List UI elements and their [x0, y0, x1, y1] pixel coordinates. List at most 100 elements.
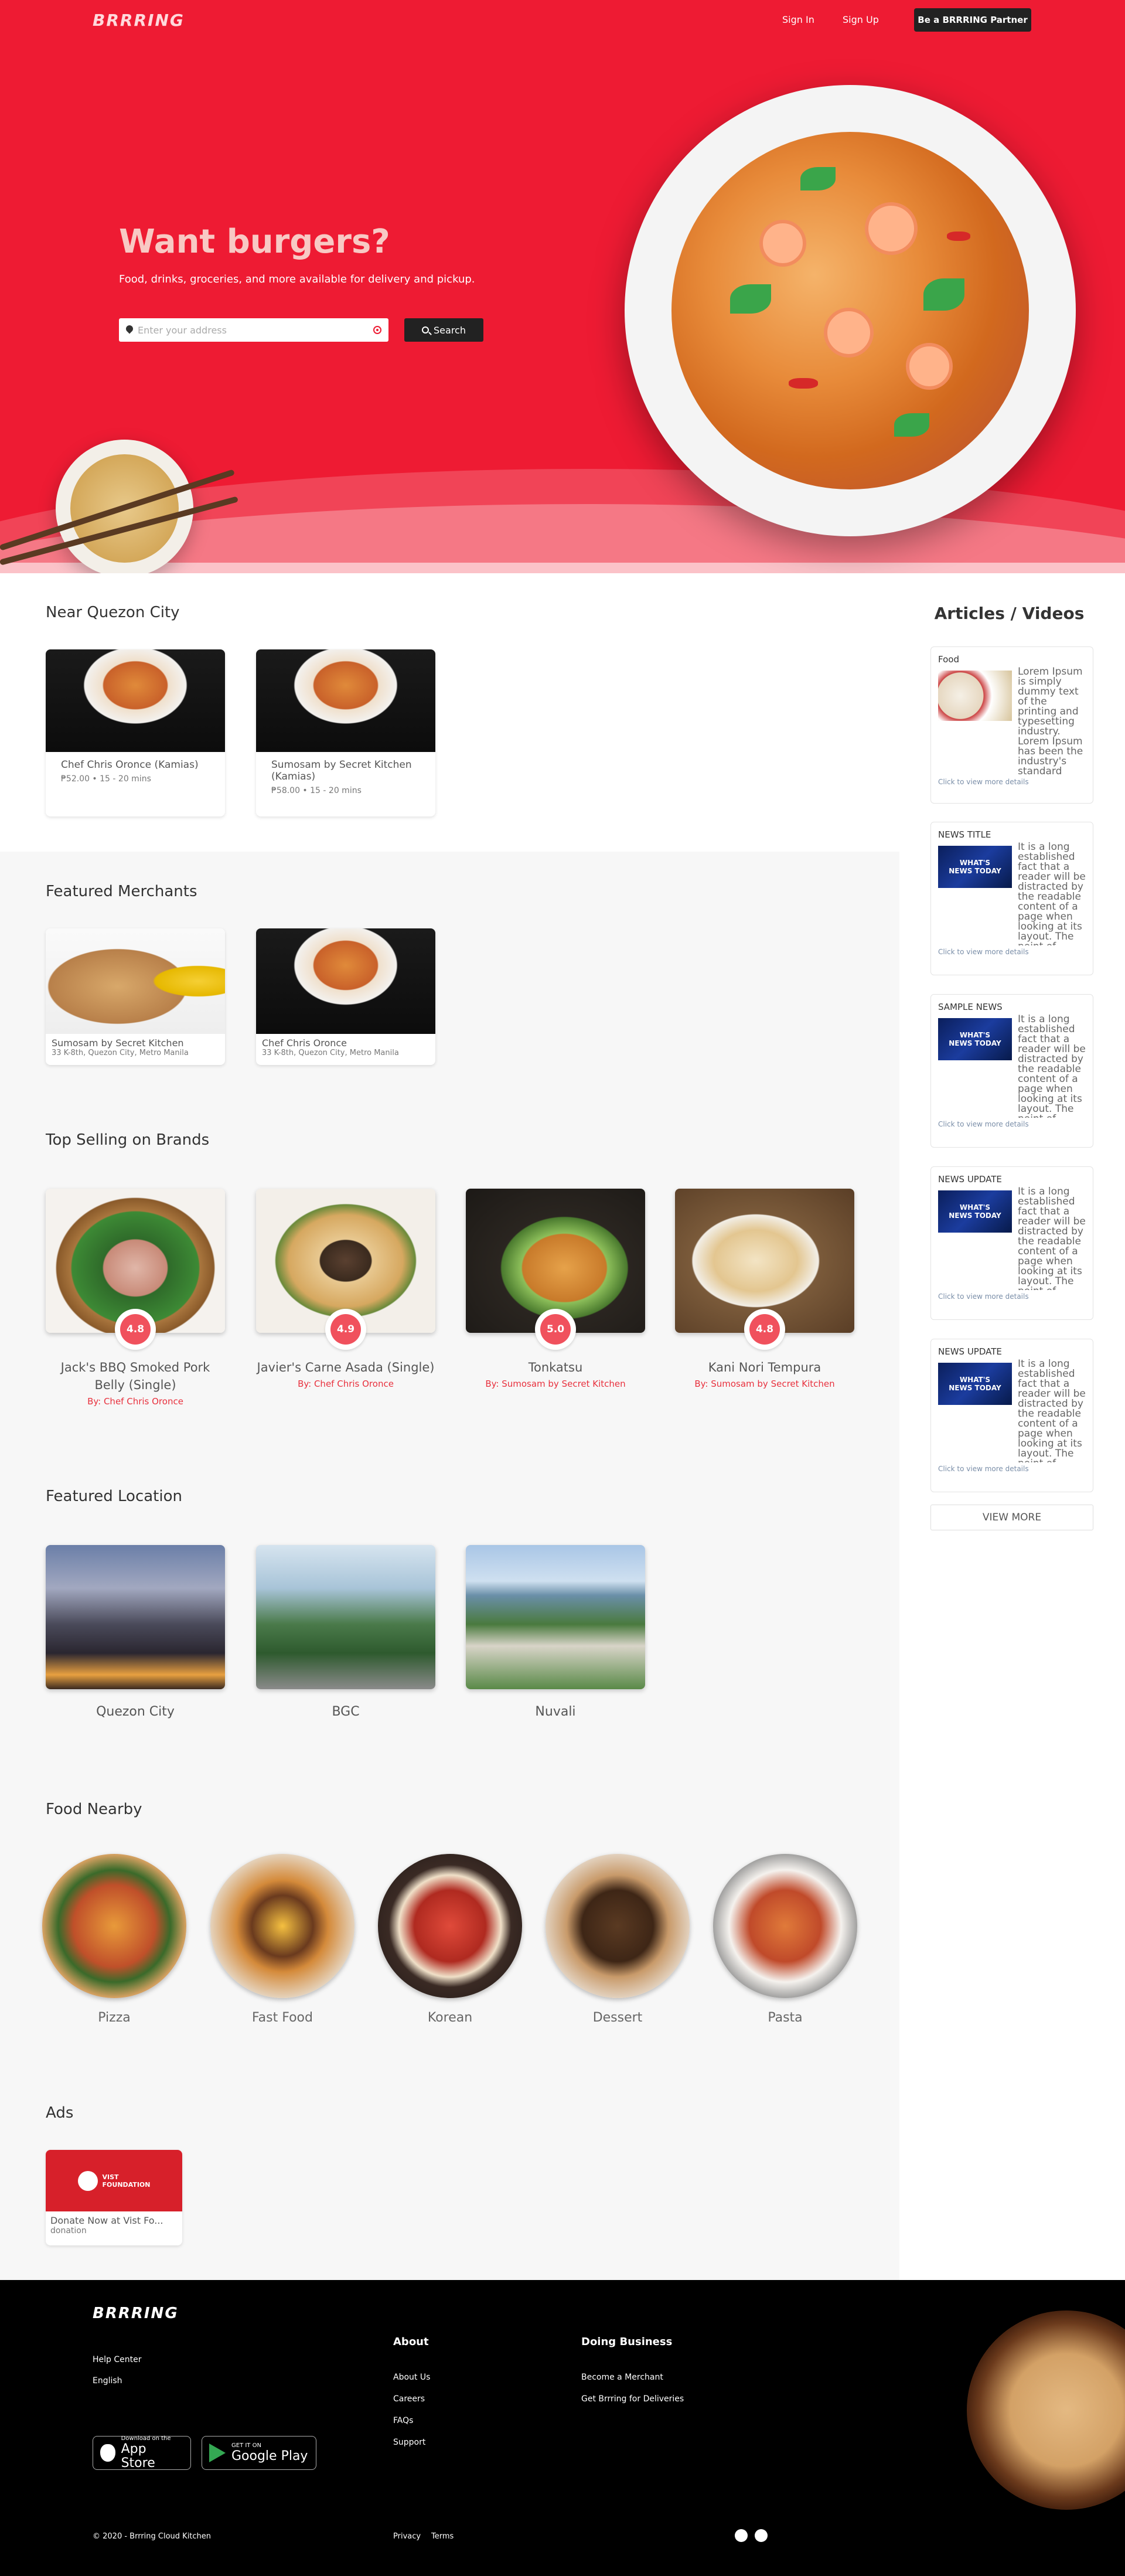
article-link[interactable]: Click to view more details [938, 1120, 1086, 1128]
product-name[interactable]: Javier's Carne Asada (Single) [256, 1359, 435, 1376]
product-name[interactable]: Kani Nori Tempura [675, 1359, 854, 1376]
terms-link[interactable]: Terms [431, 2532, 454, 2541]
burger-image[interactable] [210, 1854, 354, 1998]
article-link[interactable]: Click to view more details [938, 778, 1086, 786]
article-card[interactable]: NEWS UPDATE It is a long established fac… [930, 1339, 1093, 1492]
careers-link[interactable]: Careers [393, 2394, 425, 2404]
articles-title: Articles / Videos [934, 604, 1085, 623]
food-category-name[interactable]: Korean [378, 2010, 522, 2025]
article-text: It is a long established fact that a rea… [1018, 842, 1086, 945]
food-category-name[interactable]: Dessert [546, 2010, 690, 2025]
location-name[interactable]: Quezon City [46, 1704, 225, 1719]
ad-card[interactable]: VIST FOUNDATION Donate Now at Vist Fo...… [46, 2150, 182, 2245]
ad-type: donation [50, 2226, 87, 2235]
article-card[interactable]: NEWS UPDATE It is a long established fac… [930, 1166, 1093, 1320]
privacy-link[interactable]: Privacy [393, 2532, 421, 2541]
apple-icon [100, 2444, 115, 2462]
restaurant-card[interactable]: Sumosam by Secret Kitchen (Kamias) ₱58.0… [256, 649, 435, 816]
article-link[interactable]: Click to view more details [938, 1465, 1086, 1473]
sign-in-link[interactable]: Sign In [782, 14, 814, 25]
restaurant-name: Sumosam by Secret Kitchen (Kamias) [271, 759, 412, 782]
sign-up-link[interactable]: Sign Up [843, 14, 879, 25]
merchant-address: 33 K-8th, Quezon City, Metro Manila [52, 1049, 189, 1057]
pasta-image[interactable] [713, 1854, 857, 1998]
become-merchant-link[interactable]: Become a Merchant [581, 2373, 663, 2382]
food-category-name[interactable]: Pasta [713, 2010, 857, 2025]
product-merchant[interactable]: By: Chef Chris Oronce [256, 1379, 435, 1389]
product-name[interactable]: Tonkatsu [466, 1359, 645, 1376]
article-card[interactable]: SAMPLE NEWS It is a long established fac… [930, 994, 1093, 1148]
pasta-plate-image [625, 85, 1076, 536]
address-field[interactable] [119, 318, 388, 342]
article-text: It is a long established fact that a rea… [1018, 1359, 1086, 1462]
location-image[interactable] [466, 1545, 645, 1689]
location-image[interactable] [46, 1545, 225, 1689]
address-input[interactable] [133, 324, 373, 336]
food-category-name[interactable]: Fast Food [210, 2010, 354, 2025]
location-name[interactable]: Nuvali [466, 1704, 645, 1719]
partner-button[interactable]: Be a BRRRING Partner [914, 8, 1031, 32]
hero-subtitle: Food, drinks, groceries, and more availa… [119, 273, 475, 285]
ad-brand-line: VIST [102, 2173, 119, 2181]
rating-value: 5.0 [540, 1314, 571, 1345]
restaurant-card[interactable]: Chef Chris Oronce (Kamias) ₱52.00 • 15 -… [46, 649, 225, 816]
product-name[interactable]: Jack's BBQ Smoked Pork Belly (Single) [46, 1359, 225, 1394]
article-card[interactable]: Food Lorem Ipsum is simply dummy text of… [930, 646, 1093, 804]
instagram-icon[interactable] [755, 2529, 768, 2542]
footer-logo[interactable]: BRRRING [93, 2305, 179, 2322]
food-category-name[interactable]: Pizza [42, 2010, 186, 2025]
korean-food-image[interactable] [378, 1854, 522, 1998]
product-merchant[interactable]: By: Chef Chris Oronce [46, 1396, 225, 1407]
hero-banner: BRRRING Sign In Sign Up Be a BRRRING Par… [0, 0, 1125, 573]
ad-brand-line: FOUNDATION [102, 2180, 151, 2189]
restaurant-image [256, 649, 435, 752]
rating-badge: 4.9 [325, 1309, 366, 1350]
view-more-button[interactable]: VIEW MORE [930, 1505, 1093, 1530]
locate-me-icon[interactable] [373, 326, 381, 334]
article-category: NEWS UPDATE [938, 1174, 1002, 1185]
dumplings-image [967, 2310, 1125, 2510]
language-selector[interactable]: English [93, 2376, 122, 2386]
help-center-link[interactable]: Help Center [93, 2355, 142, 2364]
article-text: Lorem Ipsum is simply dummy text of the … [1018, 667, 1083, 775]
article-card[interactable]: NEWS TITLE It is a long established fact… [930, 822, 1093, 975]
dessert-image[interactable] [546, 1854, 690, 1998]
article-link[interactable]: Click to view more details [938, 948, 1086, 956]
near-section-title: Near Quezon City [46, 604, 180, 621]
article-thumbnail [938, 1363, 1012, 1405]
merchant-card[interactable]: Chef Chris Oronce 33 K-8th, Quezon City,… [256, 928, 435, 1065]
app-store-button[interactable]: Download on the App Store [93, 2435, 191, 2470]
ad-image: VIST FOUNDATION [46, 2150, 182, 2211]
hero-wave [0, 563, 1125, 573]
faqs-link[interactable]: FAQs [393, 2416, 413, 2425]
search-button-label: Search [434, 324, 466, 336]
search-icon [422, 326, 429, 334]
support-link[interactable]: Support [393, 2438, 425, 2447]
shrimp-decoration [865, 202, 918, 255]
ad-brand: VIST FOUNDATION [103, 2173, 151, 2189]
featured-merchants-title: Featured Merchants [46, 883, 197, 900]
about-heading: About [393, 2336, 429, 2348]
rating-badge: 5.0 [535, 1309, 576, 1350]
about-us-link[interactable]: About Us [393, 2373, 430, 2382]
article-link[interactable]: Click to view more details [938, 1292, 1086, 1301]
deliveries-link[interactable]: Get Brrring for Deliveries [581, 2394, 684, 2404]
copyright: © 2020 - Brrring Cloud Kitchen [93, 2532, 212, 2541]
location-name[interactable]: BGC [256, 1704, 435, 1719]
merchant-card[interactable]: Sumosam by Secret Kitchen 33 K-8th, Quez… [46, 928, 225, 1065]
article-category: NEWS TITLE [938, 829, 991, 840]
pizza-image[interactable] [42, 1854, 186, 1998]
article-category: NEWS UPDATE [938, 1346, 1002, 1357]
product-merchant[interactable]: By: Sumosam by Secret Kitchen [466, 1379, 645, 1389]
brand-logo[interactable]: BRRRING [93, 11, 185, 30]
facebook-icon[interactable] [735, 2529, 748, 2542]
product-merchant[interactable]: By: Sumosam by Secret Kitchen [675, 1379, 854, 1389]
location-image[interactable] [256, 1545, 435, 1689]
search-button[interactable]: Search [404, 318, 483, 342]
google-play-button[interactable]: GET IT ON Google Play [202, 2436, 316, 2470]
article-category: Food [938, 654, 959, 665]
article-thumbnail [938, 846, 1012, 888]
article-thumbnail [938, 671, 1012, 721]
rating-value: 4.8 [749, 1314, 780, 1345]
article-thumbnail [938, 1018, 1012, 1060]
